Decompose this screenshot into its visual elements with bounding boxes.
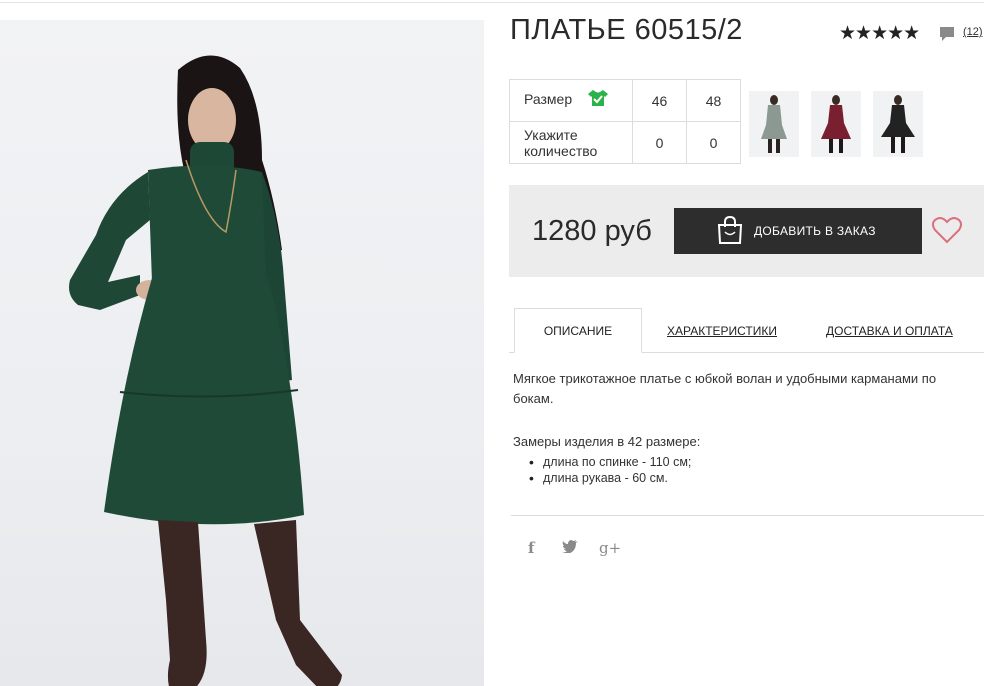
tab-description-label: ОПИСАНИЕ: [543, 323, 613, 338]
measurements-list: длина по спинке - 110 см; длина рукава -…: [529, 454, 691, 486]
size-46-cell[interactable]: 46: [632, 79, 687, 122]
tab-delivery-payment[interactable]: ДОСТАВКА И ОПЛАТА: [826, 324, 953, 338]
tab-description[interactable]: ОПИСАНИЕ: [514, 308, 642, 353]
shopping-bag-icon: [716, 215, 744, 248]
product-price: 1280 руб: [532, 215, 652, 247]
size-48-cell[interactable]: 48: [686, 79, 741, 122]
product-photo-illustration: [69, 55, 342, 686]
twitter-icon[interactable]: [562, 539, 578, 557]
tab-characteristics[interactable]: ХАРАКТЕРИСТИКИ: [667, 324, 777, 338]
measurements-title: Замеры изделия в 42 размере:: [513, 434, 701, 449]
social-divider: [511, 515, 984, 516]
product-main-image[interactable]: [0, 20, 484, 686]
shirt-check-icon[interactable]: [588, 89, 609, 110]
size-selection-table: Размер 46 48 Укажите количество 0 0: [509, 79, 741, 164]
quantity-46-input[interactable]: 0: [632, 121, 687, 164]
top-divider: [0, 2, 984, 3]
product-title: ПЛАТЬЕ 60515/2: [510, 14, 743, 46]
review-bubble-icon[interactable]: [938, 25, 956, 48]
quantity-row: Укажите количество 0 0: [509, 121, 741, 164]
add-to-order-button[interactable]: ДОБАВИТЬ В ЗАКАЗ: [674, 208, 922, 254]
facebook-icon[interactable]: f: [528, 539, 534, 557]
quantity-label: Укажите количество: [509, 121, 633, 164]
measurement-item: длина рукава - 60 см.: [529, 470, 691, 486]
thumbnail-burgundy[interactable]: [811, 91, 861, 157]
add-to-order-label: ДОБАВИТЬ В ЗАКАЗ: [754, 224, 876, 238]
rating-stars[interactable]: ★★★★★: [839, 22, 920, 45]
quantity-48-input[interactable]: 0: [686, 121, 741, 164]
measurement-item: длина по спинке - 110 см;: [529, 454, 691, 470]
google-plus-icon[interactable]: g+: [599, 539, 621, 557]
thumbnail-black[interactable]: [873, 91, 923, 157]
reviews-count-link[interactable]: (12): [963, 26, 983, 38]
size-row: Размер 46 48: [509, 79, 741, 122]
size-label: Размер: [524, 91, 573, 108]
product-description: Мягкое трикотажное платье с юбкой волан …: [513, 371, 937, 406]
heart-icon[interactable]: [932, 216, 962, 249]
size-label-cell: Размер: [509, 79, 633, 122]
thumbnail-grey[interactable]: [749, 91, 799, 157]
